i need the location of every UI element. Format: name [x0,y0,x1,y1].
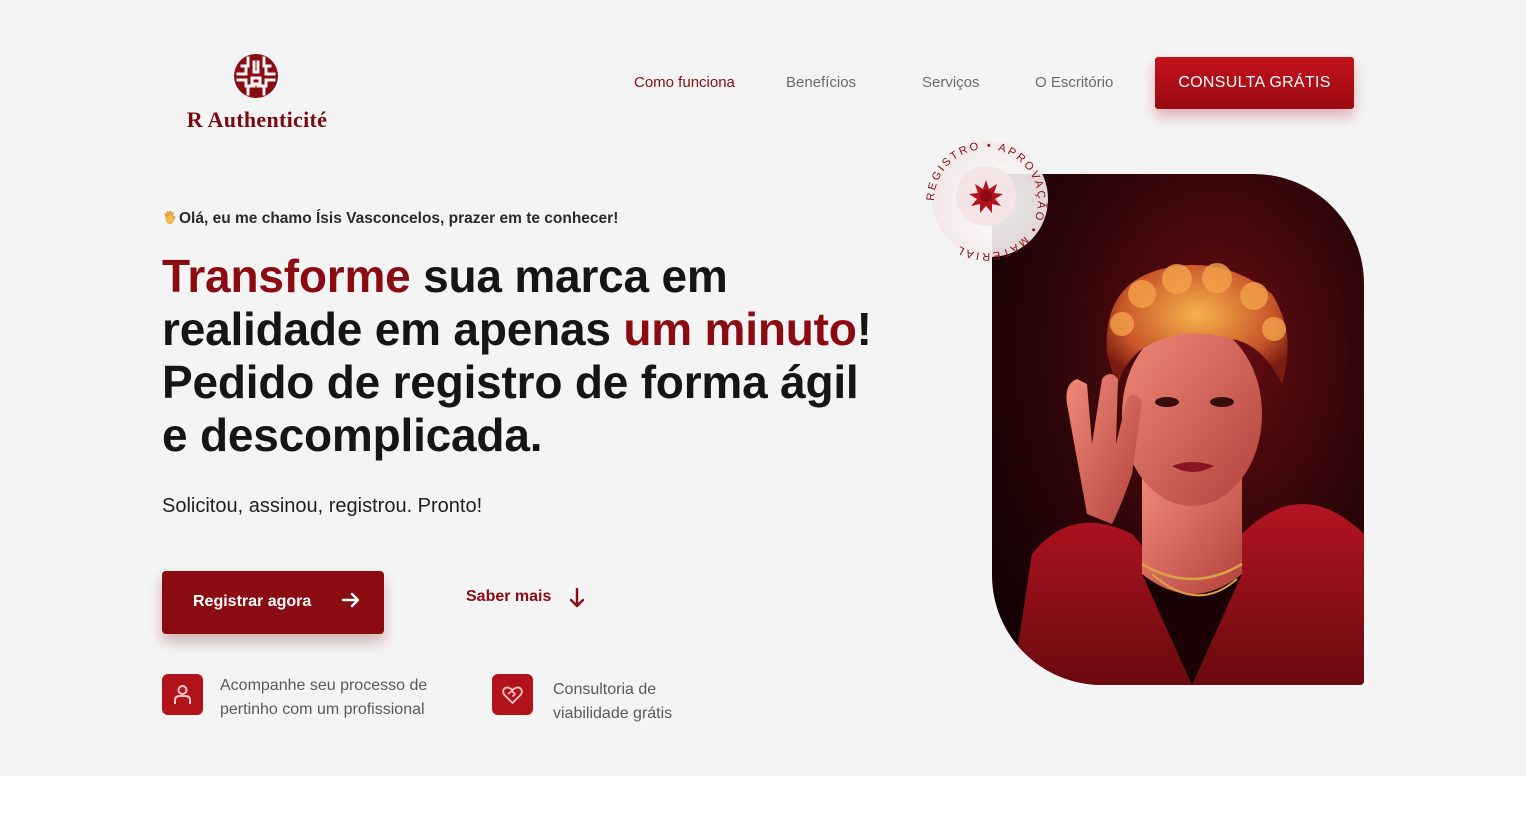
greeting: Olá, eu me chamo Ísis Vasconcelos, praze… [162,209,618,228]
nav-item-o-escritorio[interactable]: O Escritório [1035,74,1113,91]
headline-highlight-2: um minuto [623,303,857,355]
hero-section: R Authenticité Como funciona Benefícios … [0,0,1526,776]
waving-hand-icon [162,209,179,228]
greeting-text: Olá, eu me chamo Ísis Vasconcelos, praze… [179,210,619,227]
heart-handshake-icon [492,674,533,715]
page-title: Transforme sua marca em realidade em ape… [162,250,882,462]
brand-logo[interactable]: R Authenticité [172,52,342,136]
arrow-right-icon [341,592,360,608]
circular-maze-logo-icon [234,54,278,98]
feature-consultoria: Consultoria de viabilidade grátis [492,674,712,734]
nav-item-servicos[interactable]: Serviços [922,74,980,91]
saber-mais-label: Saber mais [466,588,552,605]
registrar-agora-label: Registrar agora [193,593,312,610]
feature-1-line-1: Acompanhe seu processo de [220,677,428,694]
hero-subline: Solicitou, assinou, registrou. Pronto! [162,495,483,517]
headline-highlight-1: Transforme [162,250,411,302]
feature-1-line-2: pertinho com um profissional [220,701,425,718]
brand-name: R Authenticité [186,107,328,132]
feature-acompanhe: Acompanhe seu processo de pertinho com u… [162,674,462,734]
registrar-agora-button[interactable]: Registrar agora [162,571,384,634]
person-icon [162,674,203,715]
feature-2-line-1: Consultoria de [553,681,657,698]
consulta-gratis-button[interactable]: CONSULTA GRÁTIS [1155,57,1354,109]
feature-2-line-2: viabilidade grátis [553,705,673,722]
arrow-down-icon [569,587,585,608]
approval-badge: REGISTRO • APROVAÇÃO • MATERIAL [922,140,1050,262]
nav-item-beneficios[interactable]: Benefícios [786,74,856,91]
nav-item-como-funciona[interactable]: Como funciona [634,74,735,91]
